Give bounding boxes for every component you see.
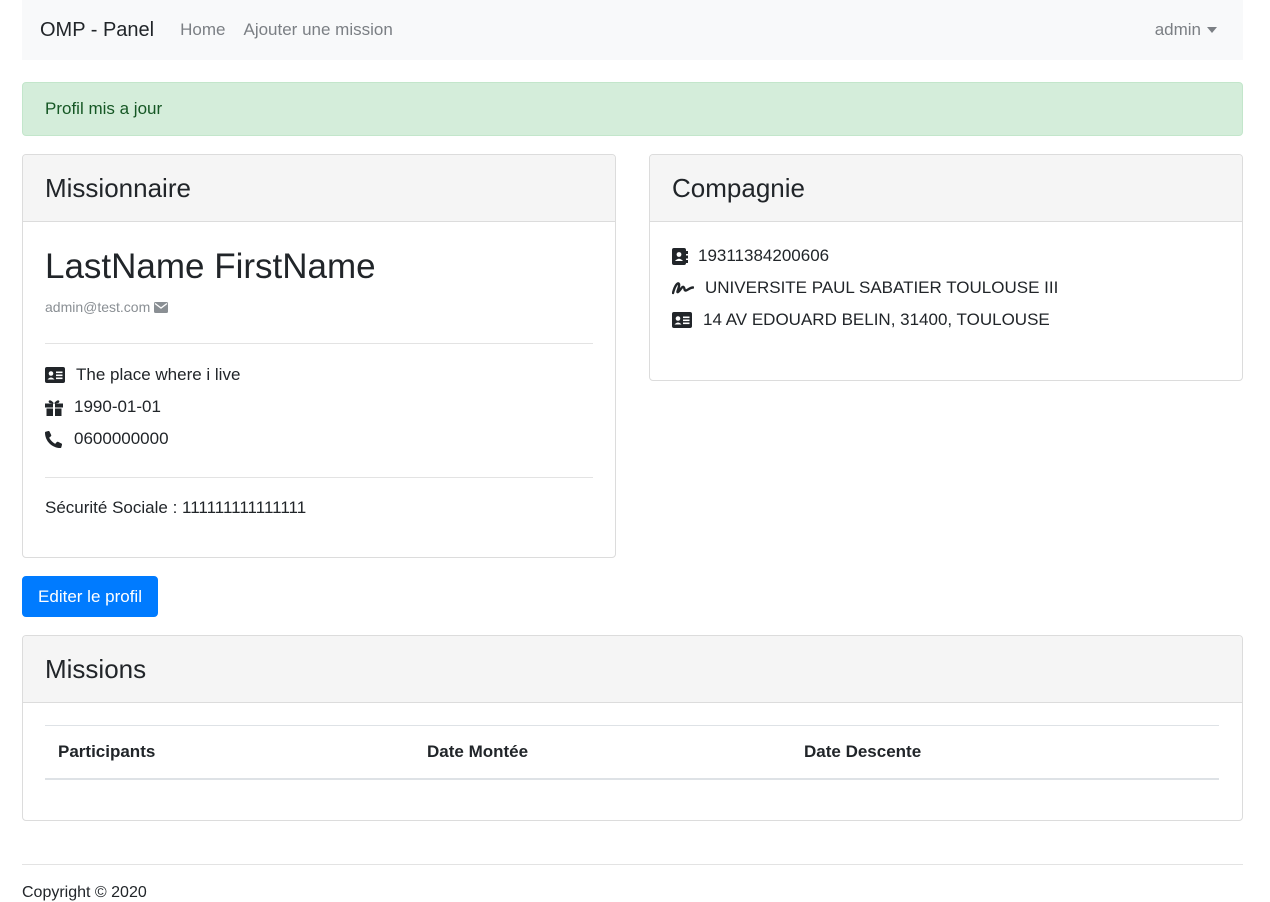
- secu-label: Sécurité Sociale :: [45, 498, 183, 517]
- nav-link-add-mission[interactable]: Ajouter une mission: [243, 20, 392, 40]
- gift-icon: [45, 399, 63, 416]
- signature-icon: [672, 282, 694, 295]
- brand-link[interactable]: OMP - Panel: [40, 19, 154, 42]
- secu-value: 111111111111111: [182, 498, 307, 517]
- phone-icon: [45, 430, 62, 448]
- missionnaire-address: The place where i live: [76, 365, 241, 384]
- missionnaire-card: Missionnaire LastName FirstName admin@te…: [22, 154, 616, 558]
- edit-profile-button-label: Editer le profil: [38, 586, 142, 606]
- column-header-date-montee: Date Montée: [427, 742, 529, 761]
- envelope-icon: [154, 301, 169, 313]
- missions-card-header: Missions: [23, 636, 1242, 703]
- compagnie-title: Compagnie: [672, 172, 805, 203]
- address-book-icon: [672, 247, 688, 265]
- compagnie-name: UNIVERSITE PAUL SABATIER TOULOUSE III: [705, 278, 1059, 297]
- success-alert: Profil mis a jour: [22, 82, 1243, 136]
- column-header-date-descente: Date Descente: [804, 742, 922, 761]
- missionnaire-phone: 0600000000: [74, 429, 169, 448]
- user-dropdown-label: admin: [1154, 20, 1201, 39]
- missions-title: Missions: [45, 653, 147, 684]
- missionnaire-card-header: Missionnaire: [23, 155, 615, 222]
- compagnie-address: 14 AV EDOUARD BELIN, 31400, TOULOUSE: [703, 310, 1050, 329]
- column-header-participants: Participants: [58, 742, 156, 761]
- compagnie-card-header: Compagnie: [650, 155, 1242, 222]
- chevron-down-icon: [1207, 27, 1217, 33]
- divider: [45, 343, 593, 344]
- compagnie-card: Compagnie 19311384200606 UNIVERSITE PAUL…: [649, 154, 1243, 381]
- nav-link-home[interactable]: Home: [180, 20, 225, 40]
- missionnaire-birthdate: 1990-01-01: [74, 397, 161, 416]
- missions-table-header: Participants Date Montée Date Descente: [45, 725, 1219, 780]
- navbar: OMP - Panel Home Ajouter une mission adm…: [22, 0, 1243, 60]
- secu-row: Sécurité Sociale : 111111111111111: [45, 498, 593, 518]
- id-card-icon: [672, 312, 692, 328]
- missions-card: Missions Participants Date Montée Date D…: [22, 635, 1243, 821]
- id-card-icon: [45, 367, 65, 383]
- user-dropdown[interactable]: admin: [1155, 20, 1217, 40]
- footer-divider: [22, 864, 1243, 865]
- divider: [45, 477, 593, 478]
- compagnie-siret: 19311384200606: [698, 246, 830, 265]
- alert-text: Profil mis a jour: [45, 99, 163, 118]
- missionnaire-email: admin@test.com: [45, 299, 151, 315]
- footer-copyright: Copyright © 2020: [22, 884, 147, 901]
- edit-profile-button[interactable]: Editer le profil: [22, 576, 158, 617]
- missionnaire-name: LastName FirstName: [45, 247, 376, 286]
- missionnaire-title: Missionnaire: [45, 172, 191, 203]
